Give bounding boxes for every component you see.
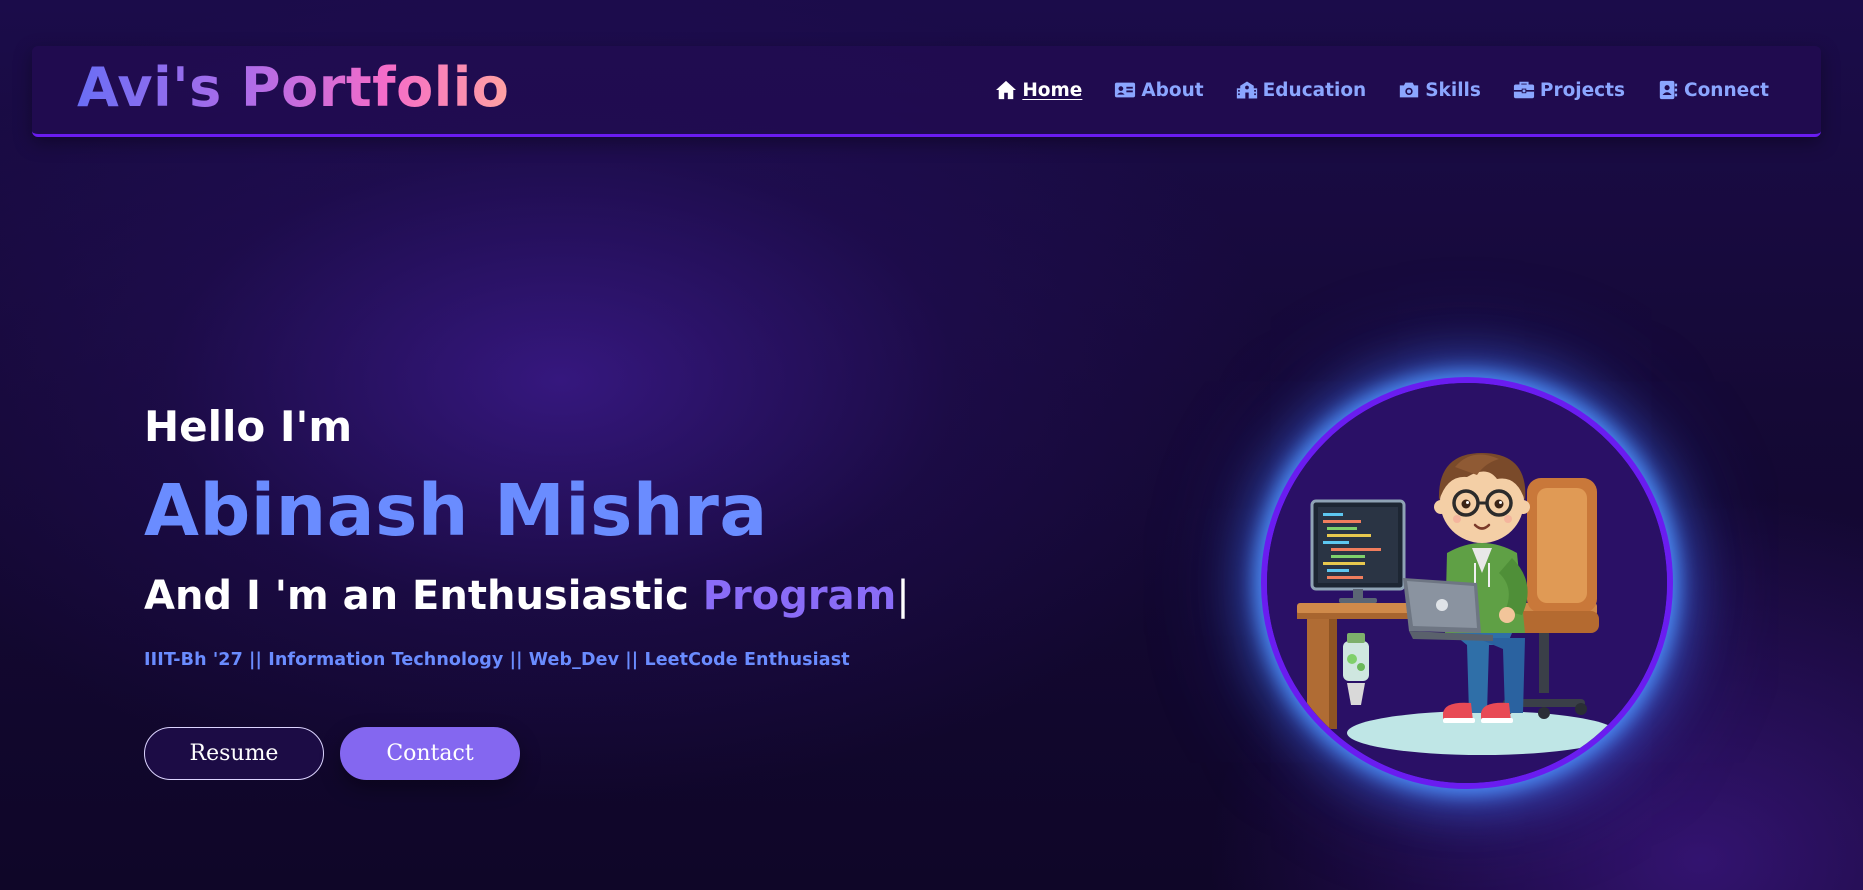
hero-buttons: Resume Contact	[144, 727, 520, 780]
nav-item-education[interactable]: Education	[1236, 79, 1367, 101]
navbar: Avi's Portfolio Home About Education Ski…	[32, 46, 1821, 137]
hero-subline: IIIT-Bh '27 || Information Technology ||…	[144, 650, 850, 670]
programmer-avatar-illustration	[1267, 383, 1667, 783]
resume-button[interactable]: Resume	[144, 727, 324, 780]
contact-book-icon	[1657, 80, 1679, 100]
nav-label-education: Education	[1262, 79, 1367, 101]
nav-links: Home About Education Skills Projects Con…	[995, 46, 1769, 134]
nav-label-connect: Connect	[1684, 79, 1769, 101]
nav-item-connect[interactable]: Connect	[1657, 80, 1769, 101]
hero-name: Abinash Mishra	[144, 469, 768, 552]
school-icon	[1236, 80, 1258, 100]
typed-text: Program	[702, 573, 897, 619]
nav-item-skills[interactable]: Skills	[1398, 80, 1481, 101]
hero-tagline: And I 'm an Enthusiastic Program|	[144, 570, 1144, 622]
nav-item-projects[interactable]: Projects	[1513, 80, 1625, 101]
contact-button[interactable]: Contact	[340, 727, 520, 780]
id-card-icon	[1114, 80, 1136, 100]
typing-cursor: |	[896, 573, 910, 619]
camera-icon	[1398, 80, 1420, 100]
nav-item-about[interactable]: About	[1114, 79, 1204, 101]
nav-item-home[interactable]: Home	[995, 80, 1082, 101]
briefcase-icon	[1513, 80, 1535, 100]
nav-label-skills: Skills	[1425, 79, 1481, 101]
nav-label-projects: Projects	[1539, 79, 1626, 101]
hero-greeting: Hello I'm	[144, 402, 353, 451]
avatar-frame	[1261, 377, 1673, 789]
hero-section: Hello I'm Abinash Mishra And I 'm an Ent…	[144, 400, 1144, 672]
home-icon	[995, 80, 1017, 100]
nav-label-home: Home	[1022, 79, 1083, 101]
tagline-prefix: And I 'm an Enthusiastic	[144, 573, 689, 619]
nav-label-about: About	[1141, 79, 1204, 101]
brand-logo[interactable]: Avi's Portfolio	[77, 56, 509, 120]
